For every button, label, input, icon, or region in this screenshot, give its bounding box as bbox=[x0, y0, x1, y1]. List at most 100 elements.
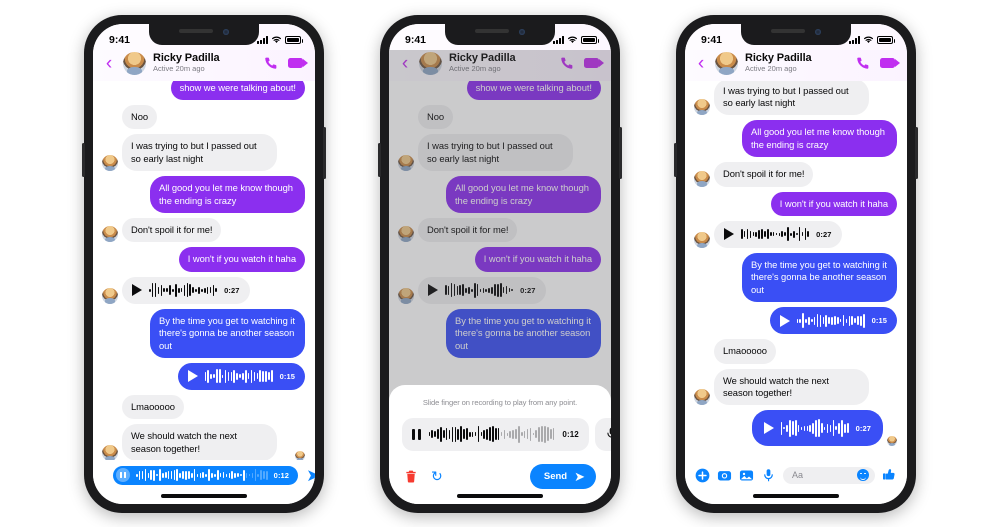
gallery-icon[interactable] bbox=[739, 468, 754, 483]
message-bubble-outgoing[interactable]: By the time you get to watching it there… bbox=[446, 308, 601, 358]
message-bubble-incoming[interactable]: I was trying to but I passed out so earl… bbox=[122, 134, 277, 172]
pause-icon[interactable] bbox=[116, 468, 130, 482]
phone-icon[interactable] bbox=[856, 56, 871, 71]
voice-message-outgoing[interactable]: 0:15 bbox=[177, 362, 305, 390]
avatar[interactable] bbox=[419, 51, 442, 75]
avatar[interactable] bbox=[102, 445, 118, 460]
video-call-icon[interactable] bbox=[880, 58, 900, 68]
message-bubble-incoming[interactable]: Lmaooooo bbox=[122, 394, 184, 420]
restart-icon[interactable]: ↻ bbox=[431, 469, 443, 483]
avatar[interactable] bbox=[102, 226, 118, 243]
header-text: Ricky Padilla Active 20m ago bbox=[745, 52, 849, 73]
message-thread[interactable]: show we were talking about! Noo I was tr… bbox=[93, 80, 315, 460]
message-row: Don't spoil it for me! bbox=[102, 217, 305, 243]
avatar[interactable] bbox=[694, 99, 710, 116]
message-bubble-incoming[interactable]: I was trying to but I passed out so earl… bbox=[714, 80, 869, 116]
voice-message-incoming[interactable]: 0:27 bbox=[122, 276, 250, 304]
front-camera-icon bbox=[519, 28, 525, 35]
waveform-playback[interactable] bbox=[428, 425, 555, 443]
back-button[interactable]: ‹ bbox=[694, 54, 708, 73]
phone-icon[interactable] bbox=[264, 56, 279, 71]
message-bubble-incoming[interactable]: I was trying to but I passed out so earl… bbox=[418, 134, 573, 172]
voice-scrubber[interactable]: 0:12 bbox=[402, 417, 589, 451]
send-button[interactable]: ➤ bbox=[306, 467, 315, 484]
camera-icon[interactable] bbox=[717, 468, 732, 483]
video-call-icon[interactable] bbox=[288, 58, 308, 68]
message-bubble-outgoing[interactable]: I won't if you watch it haha bbox=[474, 247, 601, 272]
message-row: Don't spoil it for me! bbox=[398, 217, 601, 243]
mic-add-icon bbox=[607, 427, 611, 438]
mic-icon[interactable] bbox=[761, 468, 776, 483]
message-row: By the time you get to watching it there… bbox=[102, 308, 305, 358]
waveform[interactable] bbox=[445, 282, 514, 298]
play-icon[interactable] bbox=[428, 284, 438, 297]
message-bubble-incoming[interactable]: Noo bbox=[122, 104, 158, 130]
avatar[interactable] bbox=[102, 287, 118, 304]
message-thread[interactable]: I was trying to but I passed out so earl… bbox=[685, 80, 907, 460]
cellular-signal-icon bbox=[849, 36, 860, 44]
voice-message-outgoing[interactable]: 0:15 bbox=[769, 307, 897, 335]
message-bubble-incoming[interactable]: Don't spoil it for me! bbox=[122, 217, 222, 243]
message-bubble-incoming[interactable]: We should watch the next season together… bbox=[714, 368, 869, 406]
emoji-icon[interactable] bbox=[857, 469, 869, 481]
avatar[interactable] bbox=[398, 226, 414, 243]
back-button[interactable]: ‹ bbox=[398, 54, 412, 73]
append-recording-button[interactable] bbox=[594, 417, 611, 451]
trash-icon[interactable] bbox=[404, 469, 418, 484]
message-bubble-outgoing[interactable]: show we were talking about! bbox=[170, 80, 305, 100]
message-bubble-incoming[interactable]: Noo bbox=[418, 104, 454, 130]
recording-progress-pill[interactable]: 0:12 bbox=[113, 465, 299, 485]
waveform[interactable] bbox=[741, 227, 810, 242]
avatar[interactable] bbox=[694, 231, 710, 248]
message-bubble-outgoing[interactable]: All good you let me know though the endi… bbox=[742, 120, 897, 158]
header-actions bbox=[264, 56, 308, 71]
play-icon[interactable] bbox=[132, 284, 142, 297]
voice-message-outgoing-latest[interactable]: 0:27 bbox=[751, 410, 883, 447]
message-bubble-outgoing[interactable]: I won't if you watch it haha bbox=[178, 247, 305, 272]
avatar[interactable] bbox=[715, 51, 738, 75]
plus-circle-icon bbox=[695, 468, 710, 482]
avatar[interactable] bbox=[694, 389, 710, 406]
back-button[interactable]: ‹ bbox=[102, 54, 116, 73]
message-bubble-incoming[interactable]: Don't spoil it for me! bbox=[714, 162, 814, 187]
voice-message-incoming[interactable]: 0:27 bbox=[714, 220, 842, 248]
phone-icon[interactable] bbox=[560, 56, 575, 71]
voice-duration: 0:27 bbox=[855, 423, 871, 433]
thumbs-up-icon[interactable] bbox=[882, 467, 897, 484]
avatar-spacer bbox=[398, 113, 414, 129]
video-call-icon[interactable] bbox=[584, 58, 604, 68]
message-bubble-outgoing[interactable]: By the time you get to watching it there… bbox=[150, 308, 305, 358]
avatar[interactable] bbox=[123, 51, 146, 75]
pause-icon[interactable] bbox=[412, 428, 421, 440]
waveform[interactable] bbox=[149, 283, 218, 298]
message-bubble-outgoing[interactable]: By the time you get to watching it there… bbox=[742, 252, 897, 303]
play-icon[interactable] bbox=[187, 370, 198, 383]
voice-message-incoming[interactable]: 0:27 bbox=[418, 276, 546, 304]
waveform[interactable] bbox=[204, 369, 273, 384]
add-attachment-icon[interactable] bbox=[695, 468, 710, 483]
play-icon[interactable] bbox=[724, 228, 734, 241]
battery-icon bbox=[581, 36, 599, 44]
waveform[interactable] bbox=[780, 419, 849, 438]
message-bubble-outgoing[interactable]: I won't if you watch it haha bbox=[770, 191, 897, 216]
message-bubble-incoming[interactable]: Lmaooooo bbox=[714, 339, 776, 364]
avatar[interactable] bbox=[398, 287, 414, 304]
send-button[interactable]: Send ➤ bbox=[529, 463, 596, 489]
chat-header: ‹ Ricky Padilla Active 20m ago bbox=[93, 49, 315, 81]
message-bubble-incoming[interactable]: Don't spoil it for me! bbox=[418, 217, 518, 243]
message-row: I won't if you watch it haha bbox=[102, 247, 305, 272]
waveform[interactable] bbox=[796, 313, 865, 329]
message-input[interactable]: Aa bbox=[783, 466, 875, 484]
message-bubble-outgoing[interactable]: show we were talking about! bbox=[466, 80, 601, 100]
message-bubble-outgoing[interactable]: All good you let me know though the endi… bbox=[150, 176, 305, 213]
voice-duration: 0:15 bbox=[871, 316, 887, 326]
waveform-recording[interactable] bbox=[136, 469, 268, 481]
play-icon[interactable] bbox=[779, 314, 790, 327]
avatar[interactable] bbox=[398, 155, 414, 172]
avatar[interactable] bbox=[102, 155, 118, 172]
message-bubble-incoming[interactable]: We should watch the next season together… bbox=[122, 424, 277, 460]
avatar[interactable] bbox=[694, 170, 710, 187]
phone-1-screen: 9:41 ‹ Ricky Padilla Active 20m ago show… bbox=[93, 23, 315, 504]
play-icon[interactable] bbox=[763, 422, 774, 435]
message-bubble-outgoing[interactable]: All good you let me know though the endi… bbox=[446, 176, 601, 213]
